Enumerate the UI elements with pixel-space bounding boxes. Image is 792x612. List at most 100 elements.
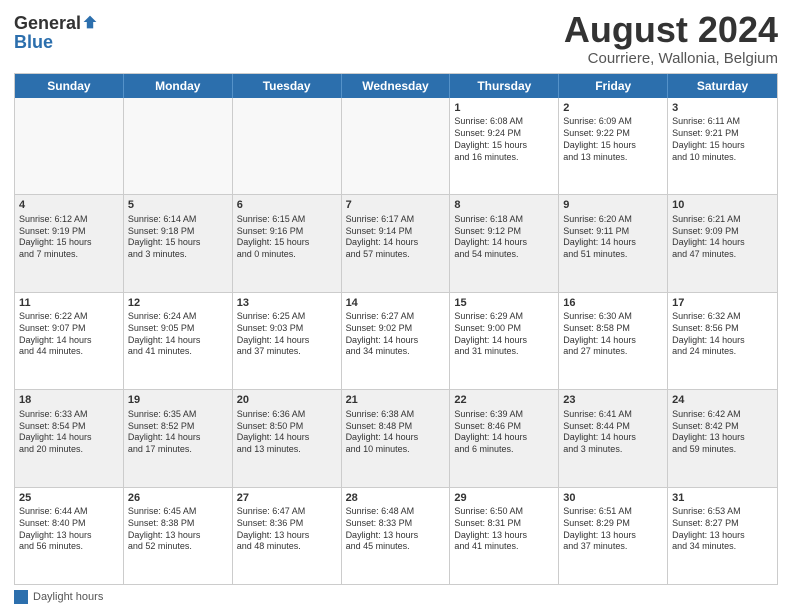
cal-header-day: Tuesday	[233, 74, 342, 98]
legend-label: Daylight hours	[33, 591, 103, 603]
cal-cell: 8Sunrise: 6:18 AM Sunset: 9:12 PM Daylig…	[450, 195, 559, 291]
cal-cell: 26Sunrise: 6:45 AM Sunset: 8:38 PM Dayli…	[124, 488, 233, 584]
cell-info: Sunrise: 6:21 AM Sunset: 9:09 PM Dayligh…	[672, 214, 773, 261]
day-number: 18	[19, 393, 119, 408]
day-number: 13	[237, 296, 337, 311]
cal-cell: 27Sunrise: 6:47 AM Sunset: 8:36 PM Dayli…	[233, 488, 342, 584]
cal-cell: 7Sunrise: 6:17 AM Sunset: 9:14 PM Daylig…	[342, 195, 451, 291]
day-number: 19	[128, 393, 228, 408]
cell-info: Sunrise: 6:24 AM Sunset: 9:05 PM Dayligh…	[128, 311, 228, 358]
day-number: 15	[454, 296, 554, 311]
day-number: 23	[563, 393, 663, 408]
day-number: 24	[672, 393, 773, 408]
page: General Blue August 2024 Courriere, Wall…	[0, 0, 792, 612]
day-number: 12	[128, 296, 228, 311]
logo-blue-text: Blue	[14, 32, 53, 52]
day-number: 22	[454, 393, 554, 408]
cell-info: Sunrise: 6:14 AM Sunset: 9:18 PM Dayligh…	[128, 214, 228, 261]
cell-info: Sunrise: 6:25 AM Sunset: 9:03 PM Dayligh…	[237, 311, 337, 358]
cell-info: Sunrise: 6:41 AM Sunset: 8:44 PM Dayligh…	[563, 409, 663, 456]
cell-info: Sunrise: 6:32 AM Sunset: 8:56 PM Dayligh…	[672, 311, 773, 358]
logo: General Blue	[14, 14, 98, 53]
cal-header-day: Sunday	[15, 74, 124, 98]
cal-cell: 17Sunrise: 6:32 AM Sunset: 8:56 PM Dayli…	[668, 293, 777, 389]
cal-cell: 10Sunrise: 6:21 AM Sunset: 9:09 PM Dayli…	[668, 195, 777, 291]
cal-cell: 28Sunrise: 6:48 AM Sunset: 8:33 PM Dayli…	[342, 488, 451, 584]
cell-info: Sunrise: 6:47 AM Sunset: 8:36 PM Dayligh…	[237, 506, 337, 553]
cal-cell: 12Sunrise: 6:24 AM Sunset: 9:05 PM Dayli…	[124, 293, 233, 389]
day-number: 9	[563, 198, 663, 213]
cell-info: Sunrise: 6:27 AM Sunset: 9:02 PM Dayligh…	[346, 311, 446, 358]
day-number: 6	[237, 198, 337, 213]
cell-info: Sunrise: 6:50 AM Sunset: 8:31 PM Dayligh…	[454, 506, 554, 553]
cal-cell: 4Sunrise: 6:12 AM Sunset: 9:19 PM Daylig…	[15, 195, 124, 291]
day-number: 4	[19, 198, 119, 213]
footer: Daylight hours	[14, 590, 778, 604]
cal-week-row: 1Sunrise: 6:08 AM Sunset: 9:24 PM Daylig…	[15, 98, 777, 194]
logo-icon	[82, 14, 98, 30]
day-number: 5	[128, 198, 228, 213]
day-number: 31	[672, 491, 773, 506]
cal-header-day: Friday	[559, 74, 668, 98]
cell-info: Sunrise: 6:29 AM Sunset: 9:00 PM Dayligh…	[454, 311, 554, 358]
cal-cell	[342, 98, 451, 194]
cell-info: Sunrise: 6:20 AM Sunset: 9:11 PM Dayligh…	[563, 214, 663, 261]
cell-info: Sunrise: 6:53 AM Sunset: 8:27 PM Dayligh…	[672, 506, 773, 553]
cal-cell: 24Sunrise: 6:42 AM Sunset: 8:42 PM Dayli…	[668, 390, 777, 486]
day-number: 21	[346, 393, 446, 408]
cell-info: Sunrise: 6:18 AM Sunset: 9:12 PM Dayligh…	[454, 214, 554, 261]
day-number: 27	[237, 491, 337, 506]
cell-info: Sunrise: 6:39 AM Sunset: 8:46 PM Dayligh…	[454, 409, 554, 456]
cal-cell: 25Sunrise: 6:44 AM Sunset: 8:40 PM Dayli…	[15, 488, 124, 584]
cal-cell: 2Sunrise: 6:09 AM Sunset: 9:22 PM Daylig…	[559, 98, 668, 194]
cell-info: Sunrise: 6:22 AM Sunset: 9:07 PM Dayligh…	[19, 311, 119, 358]
cal-cell: 20Sunrise: 6:36 AM Sunset: 8:50 PM Dayli…	[233, 390, 342, 486]
day-number: 30	[563, 491, 663, 506]
cal-week-row: 11Sunrise: 6:22 AM Sunset: 9:07 PM Dayli…	[15, 292, 777, 389]
day-number: 3	[672, 101, 773, 116]
cal-cell: 6Sunrise: 6:15 AM Sunset: 9:16 PM Daylig…	[233, 195, 342, 291]
cal-week-row: 4Sunrise: 6:12 AM Sunset: 9:19 PM Daylig…	[15, 194, 777, 291]
cal-header-day: Monday	[124, 74, 233, 98]
cell-info: Sunrise: 6:09 AM Sunset: 9:22 PM Dayligh…	[563, 116, 663, 163]
day-number: 10	[672, 198, 773, 213]
cell-info: Sunrise: 6:45 AM Sunset: 8:38 PM Dayligh…	[128, 506, 228, 553]
legend-color-box	[14, 590, 28, 604]
cal-week-row: 18Sunrise: 6:33 AM Sunset: 8:54 PM Dayli…	[15, 389, 777, 486]
day-number: 26	[128, 491, 228, 506]
cal-cell	[233, 98, 342, 194]
cell-info: Sunrise: 6:33 AM Sunset: 8:54 PM Dayligh…	[19, 409, 119, 456]
day-number: 25	[19, 491, 119, 506]
cal-cell: 16Sunrise: 6:30 AM Sunset: 8:58 PM Dayli…	[559, 293, 668, 389]
cal-cell: 21Sunrise: 6:38 AM Sunset: 8:48 PM Dayli…	[342, 390, 451, 486]
cal-cell: 31Sunrise: 6:53 AM Sunset: 8:27 PM Dayli…	[668, 488, 777, 584]
calendar-body: 1Sunrise: 6:08 AM Sunset: 9:24 PM Daylig…	[15, 98, 777, 584]
day-number: 14	[346, 296, 446, 311]
day-number: 20	[237, 393, 337, 408]
cal-cell: 13Sunrise: 6:25 AM Sunset: 9:03 PM Dayli…	[233, 293, 342, 389]
cal-cell	[124, 98, 233, 194]
header: General Blue August 2024 Courriere, Wall…	[14, 10, 778, 67]
cal-header-day: Thursday	[450, 74, 559, 98]
calendar: SundayMondayTuesdayWednesdayThursdayFrid…	[14, 73, 778, 585]
cal-cell: 29Sunrise: 6:50 AM Sunset: 8:31 PM Dayli…	[450, 488, 559, 584]
cal-cell: 11Sunrise: 6:22 AM Sunset: 9:07 PM Dayli…	[15, 293, 124, 389]
cal-cell: 9Sunrise: 6:20 AM Sunset: 9:11 PM Daylig…	[559, 195, 668, 291]
cell-info: Sunrise: 6:15 AM Sunset: 9:16 PM Dayligh…	[237, 214, 337, 261]
cal-cell: 14Sunrise: 6:27 AM Sunset: 9:02 PM Dayli…	[342, 293, 451, 389]
day-number: 8	[454, 198, 554, 213]
cell-info: Sunrise: 6:08 AM Sunset: 9:24 PM Dayligh…	[454, 116, 554, 163]
cell-info: Sunrise: 6:11 AM Sunset: 9:21 PM Dayligh…	[672, 116, 773, 163]
cal-header-day: Saturday	[668, 74, 777, 98]
location-subtitle: Courriere, Wallonia, Belgium	[564, 50, 778, 67]
cal-cell: 18Sunrise: 6:33 AM Sunset: 8:54 PM Dayli…	[15, 390, 124, 486]
cal-cell: 5Sunrise: 6:14 AM Sunset: 9:18 PM Daylig…	[124, 195, 233, 291]
day-number: 11	[19, 296, 119, 311]
cal-cell: 19Sunrise: 6:35 AM Sunset: 8:52 PM Dayli…	[124, 390, 233, 486]
cell-info: Sunrise: 6:42 AM Sunset: 8:42 PM Dayligh…	[672, 409, 773, 456]
cell-info: Sunrise: 6:35 AM Sunset: 8:52 PM Dayligh…	[128, 409, 228, 456]
cell-info: Sunrise: 6:30 AM Sunset: 8:58 PM Dayligh…	[563, 311, 663, 358]
cal-week-row: 25Sunrise: 6:44 AM Sunset: 8:40 PM Dayli…	[15, 487, 777, 584]
title-block: August 2024 Courriere, Wallonia, Belgium	[564, 10, 778, 67]
day-number: 17	[672, 296, 773, 311]
